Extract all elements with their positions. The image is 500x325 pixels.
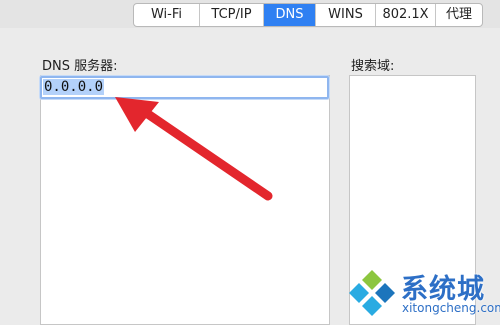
site-logo-icon	[349, 270, 395, 316]
watermark-domain: xitongcheng.com	[402, 301, 500, 315]
watermark: 系统城 xitongcheng.com	[346, 266, 500, 320]
arrow-shaft	[137, 105, 273, 201]
